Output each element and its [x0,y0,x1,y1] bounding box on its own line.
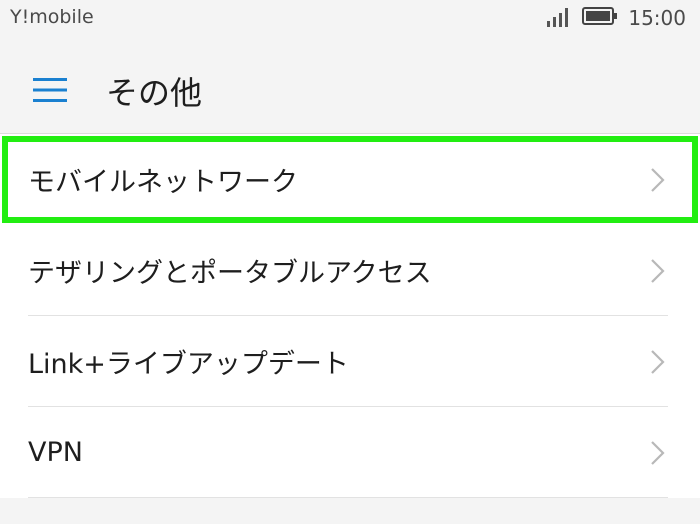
page-title: その他 [106,74,203,112]
settings-item-label: モバイルネットワーク [28,167,298,198]
settings-item-label: Link+ライブアップデート [28,349,349,380]
settings-item-label: VPN [28,437,83,468]
settings-list: モバイルネットワーク テザリングとポータブルアクセス Link+ライブアップデー… [0,134,700,498]
list-divider [28,497,668,498]
status-indicators: 15:00 [546,4,686,32]
settings-item-link-live-update[interactable]: Link+ライブアップデート [0,316,700,407]
cellular-signal-icon [546,5,572,31]
clock: 15:00 [628,6,686,30]
hamburger-menu-icon[interactable] [28,72,72,108]
chevron-right-icon [650,258,666,284]
settings-item-vpn[interactable]: VPN [0,407,700,498]
chevron-right-icon [650,440,666,466]
chevron-right-icon [650,349,666,375]
carrier-name: Y!mobile [10,6,94,28]
battery-icon [582,6,618,30]
settings-item-label: テザリングとポータブルアクセス [28,258,432,289]
status-bar: Y!mobile 15:00 [0,0,700,38]
chevron-right-icon [650,167,666,193]
settings-item-mobile-network[interactable]: モバイルネットワーク [0,134,700,225]
settings-item-tethering[interactable]: テザリングとポータブルアクセス [0,225,700,316]
app-bar: その他 [0,50,700,130]
